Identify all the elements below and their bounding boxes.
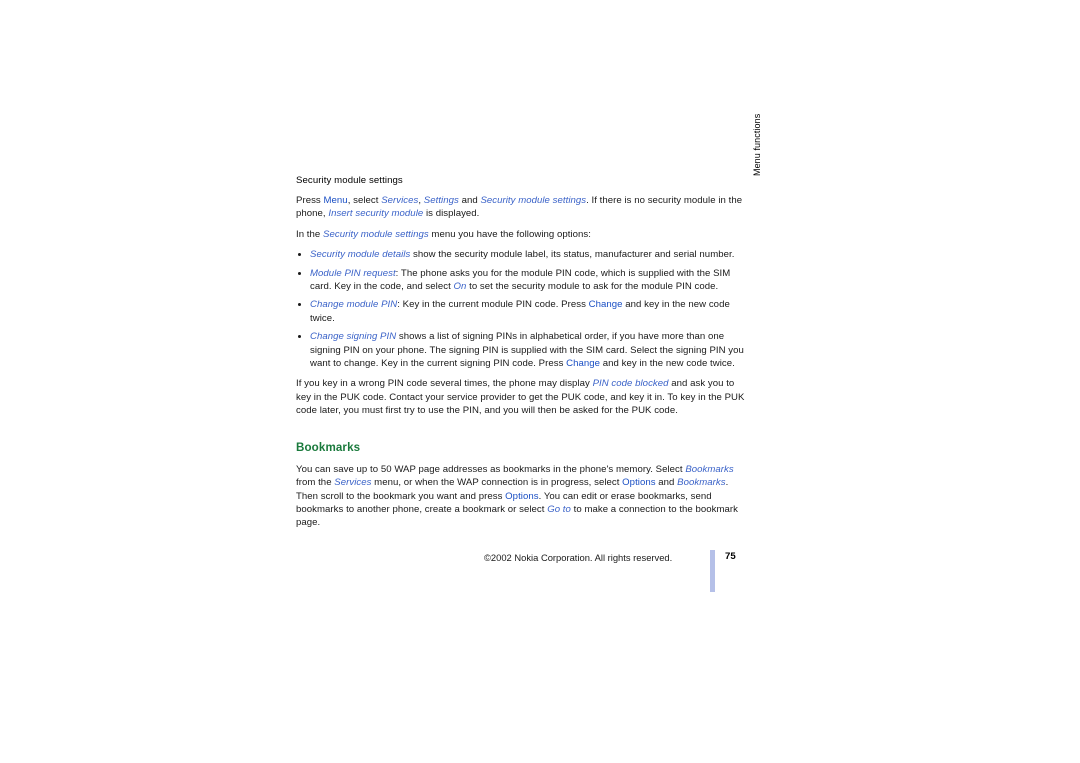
options-text-1: In the [296, 228, 324, 240]
menu-item-security-module-settings-2: Security module settings [323, 228, 429, 240]
softkey-change-2: Change [566, 358, 601, 370]
menu-item-go-to: Go to [547, 503, 571, 515]
subheading-security-module-settings: Security module settings [296, 175, 403, 186]
option-desc-change-module-pin-a: : Key in the current module PIN code. Pr… [397, 299, 589, 311]
option-desc-module-pin-request-b: to set the security module to ask for th… [466, 281, 719, 293]
option-desc-security-module-details: show the security module label, its stat… [410, 249, 735, 261]
bookmarks-text-4: and [655, 477, 678, 489]
option-desc-change-signing-pin-b: and key in the new code twice. [600, 358, 735, 370]
page-footer: ©2002 Nokia Corporation. All rights rese… [296, 550, 756, 600]
option-term-security-module-details: Security module details [310, 249, 411, 261]
bookmarks-text-1: You can save up to 50 WAP page addresses… [296, 463, 686, 475]
paragraph-options-lead: In the Security module settings menu you… [296, 228, 752, 241]
menu-item-services: Services [381, 195, 419, 206]
paragraph-bookmarks: You can save up to 50 WAP page addresses… [296, 463, 752, 530]
document-page: Security module settings Press Menu, sel… [0, 0, 1080, 763]
message-insert-security-module: Insert security module [328, 208, 424, 220]
bullet-icon [298, 271, 301, 275]
keyword-menu: Menu [323, 195, 348, 206]
bookmarks-text-2: from the [296, 477, 335, 489]
list-item: Security module details show the securit… [296, 248, 752, 261]
bullet-icon [298, 335, 301, 339]
intro-text-4: and [458, 195, 481, 206]
softkey-options-1: Options [622, 477, 656, 489]
list-item: Change signing PIN shows a list of signi… [296, 330, 752, 370]
intro-text-1: Press [296, 195, 324, 206]
menu-item-security-module-settings: Security module settings [480, 195, 587, 206]
intro-text-2: , select [347, 195, 382, 206]
option-term-change-module-pin: Change module PIN [310, 299, 398, 311]
copyright-notice: ©2002 Nokia Corporation. All rights rese… [484, 552, 673, 563]
bookmarks-text-3: menu, or when the WAP connection is in p… [371, 477, 623, 489]
options-list: Security module details show the securit… [296, 248, 752, 370]
menu-item-bookmarks-2: Bookmarks [677, 477, 726, 489]
footer-divider [710, 550, 715, 592]
paragraph-intro: Press Menu, select Services, Settings an… [296, 194, 752, 221]
menu-item-settings: Settings [423, 195, 459, 206]
option-value-on: On [453, 281, 467, 293]
side-tab-menu-functions: Menu functions [752, 114, 774, 256]
option-term-module-pin-request: Module PIN request [310, 267, 396, 279]
side-tab-label: Menu functions [752, 113, 762, 176]
document-content: Security module settings Press Menu, sel… [296, 174, 752, 537]
options-text-2: menu you have the following options: [428, 228, 591, 240]
softkey-options-2: Options [505, 490, 539, 502]
paragraph-wrong-pin: If you key in a wrong PIN code several t… [296, 377, 752, 417]
softkey-change-1: Change [588, 299, 623, 311]
bullet-icon [298, 253, 301, 257]
section-heading-bookmarks: Bookmarks [296, 440, 361, 454]
list-item: Change module PIN: Key in the current mo… [296, 298, 752, 325]
list-item: Module PIN request: The phone asks you f… [296, 267, 752, 294]
message-pin-code-blocked: PIN code blocked [592, 378, 669, 390]
menu-item-services-2: Services [334, 477, 372, 489]
option-term-change-signing-pin: Change signing PIN [310, 331, 397, 343]
wrong-pin-text-1: If you key in a wrong PIN code several t… [296, 378, 593, 390]
menu-item-bookmarks-1: Bookmarks [685, 463, 734, 475]
intro-text-6: is displayed. [423, 208, 480, 220]
bullet-icon [298, 303, 301, 307]
page-number: 75 [725, 551, 736, 562]
